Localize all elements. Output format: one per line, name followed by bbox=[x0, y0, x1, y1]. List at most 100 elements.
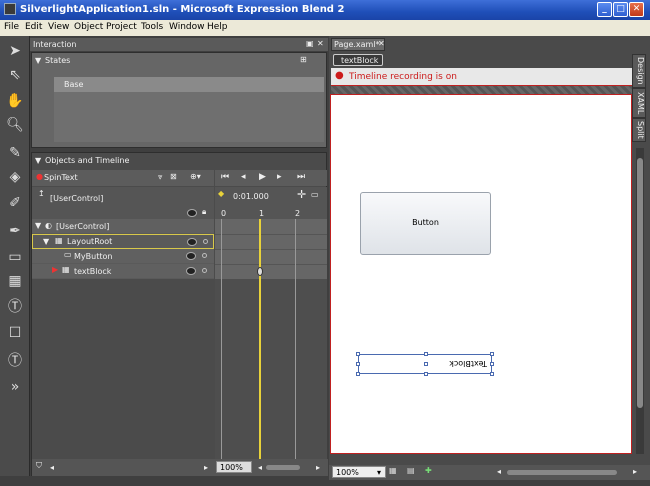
horizontal-scrollbar[interactable] bbox=[266, 465, 300, 470]
scroll-right-icon[interactable]: ▸ bbox=[316, 463, 320, 472]
lock-dot-icon[interactable] bbox=[202, 268, 207, 273]
menu-tools[interactable]: Tools bbox=[141, 22, 163, 32]
lock-all-icon[interactable]: 🔒︎ bbox=[202, 207, 206, 217]
zoom-tool-icon[interactable]: 🔍︎ bbox=[4, 114, 26, 136]
canvas-button[interactable]: Button bbox=[360, 192, 491, 255]
menu-edit[interactable]: Edit bbox=[25, 22, 42, 32]
pin-icon[interactable]: ▣ bbox=[306, 39, 314, 48]
show-grid-icon[interactable]: ▦ bbox=[389, 466, 397, 475]
keyframe-marker[interactable] bbox=[257, 267, 263, 276]
tree-item-layoutroot[interactable]: ▼ ▦ LayoutRoot bbox=[32, 234, 214, 249]
time-display[interactable]: 0:01.000 bbox=[233, 192, 269, 201]
collapse-icon[interactable]: ▼ bbox=[35, 56, 41, 65]
expand-icon[interactable]: ▼ bbox=[43, 237, 49, 246]
record-keyframe-icon[interactable]: ◆ bbox=[218, 189, 224, 198]
scroll-left-icon[interactable]: ◂ bbox=[50, 463, 54, 472]
horizontal-scrollbar[interactable] bbox=[507, 470, 617, 475]
base-state-item[interactable]: Base bbox=[54, 77, 324, 92]
close-button[interactable]: ✕ bbox=[629, 2, 644, 17]
lock-dot-icon[interactable] bbox=[203, 239, 208, 244]
filter-icon[interactable]: ⛉ bbox=[36, 461, 42, 471]
scroll-right-icon[interactable]: ▸ bbox=[204, 463, 208, 472]
textblock-text: TextBlock bbox=[449, 359, 487, 368]
menu-project[interactable]: Project bbox=[106, 22, 137, 32]
resize-handle[interactable] bbox=[424, 352, 428, 356]
resize-handle[interactable] bbox=[424, 372, 428, 376]
lock-dot-icon[interactable] bbox=[202, 253, 207, 258]
pen-tool-icon[interactable]: ✒ bbox=[4, 220, 26, 242]
snap-grid-icon[interactable]: ▤ bbox=[407, 466, 415, 475]
scroll-left-icon[interactable]: ◂ bbox=[258, 463, 262, 472]
next-frame-icon[interactable]: ▸ bbox=[277, 172, 282, 182]
previous-frame-icon[interactable]: ◂ bbox=[241, 172, 246, 182]
eye-icon[interactable] bbox=[186, 267, 196, 275]
eyedropper-tool-icon[interactable]: ✎ bbox=[4, 142, 26, 164]
recording-bar: ● Timeline recording is on bbox=[331, 68, 633, 86]
storyboard-selector[interactable]: ● SpinText ⩔ ⊠ ⊕▾ bbox=[32, 170, 214, 186]
timeline-zoom-field[interactable]: 100% bbox=[216, 461, 252, 473]
close-panel-icon[interactable]: ✕ bbox=[317, 39, 324, 48]
menu-file[interactable]: File bbox=[4, 22, 19, 32]
text-tool-icon[interactable]: Ⓣ bbox=[4, 350, 26, 372]
breadcrumb[interactable]: textBlock bbox=[333, 54, 383, 66]
toolbox: ➤ ⇖ ✋ 🔍︎ ✎ ◈ ✐ ✒ ▭ ▦ Ⓣ ☐ Ⓣ » bbox=[0, 36, 30, 476]
eye-icon[interactable] bbox=[186, 252, 196, 260]
timeline-footer: ⛉ ◂ ▸ 100% ◂ ▸ bbox=[32, 459, 328, 476]
minimize-button[interactable]: _ bbox=[597, 2, 612, 17]
close-tab-icon[interactable]: ✕ bbox=[378, 39, 385, 48]
control-tool-icon[interactable]: ☐ bbox=[4, 322, 26, 344]
tree-item-mybutton[interactable]: ▭ MyButton bbox=[32, 249, 214, 264]
resize-handle[interactable] bbox=[490, 362, 494, 366]
playhead[interactable] bbox=[259, 219, 261, 459]
play-icon[interactable]: ▶ bbox=[259, 172, 266, 182]
tab-page-xaml[interactable]: Page.xaml* ✕ bbox=[331, 38, 385, 51]
menu-view[interactable]: View bbox=[48, 22, 69, 32]
scroll-thumb[interactable] bbox=[637, 158, 643, 408]
menu-help[interactable]: Help bbox=[207, 22, 228, 32]
snap-lines-icon[interactable]: ✚ bbox=[425, 466, 432, 475]
rectangle-tool-icon[interactable]: ▭ bbox=[4, 246, 26, 268]
menu-object[interactable]: Object bbox=[74, 22, 103, 32]
scroll-right-icon[interactable]: ▸ bbox=[633, 467, 637, 476]
rotation-center-handle[interactable] bbox=[424, 362, 428, 366]
expand-icon[interactable]: ▼ bbox=[35, 221, 41, 230]
close-storyboard-icon[interactable]: ⊠ bbox=[170, 172, 177, 181]
tree-label: textBlock bbox=[74, 267, 112, 276]
selection-tool-icon[interactable]: ➤ bbox=[4, 40, 26, 62]
resize-handle[interactable] bbox=[490, 372, 494, 376]
resize-handle[interactable] bbox=[356, 352, 360, 356]
grid-tool-icon[interactable]: ▦ bbox=[4, 270, 26, 292]
tree-item-textblock[interactable]: ▶ ▦ textBlock bbox=[32, 264, 214, 279]
tree-item-usercontrol[interactable]: ▼ ◐ [UserControl] bbox=[32, 219, 214, 234]
direct-selection-tool-icon[interactable]: ⇖ bbox=[4, 64, 26, 86]
new-storyboard-icon[interactable]: ⊕▾ bbox=[190, 172, 201, 181]
visibility-all-icon[interactable] bbox=[187, 209, 197, 217]
storyboard-options-icon[interactable]: ⩔ bbox=[158, 172, 163, 182]
tab-split[interactable]: Split bbox=[632, 118, 646, 142]
eye-icon[interactable] bbox=[187, 238, 197, 246]
resize-handle[interactable] bbox=[356, 372, 360, 376]
resize-handle[interactable] bbox=[356, 362, 360, 366]
maximize-button[interactable]: □ bbox=[613, 2, 628, 17]
menu-window[interactable]: Window bbox=[169, 22, 205, 32]
scope-up-icon[interactable]: ↥ bbox=[38, 189, 45, 198]
ruler-tick-2: 2 bbox=[295, 209, 301, 218]
timeline-options-icon[interactable]: ▭ bbox=[311, 190, 319, 199]
last-frame-icon[interactable]: ⏭ bbox=[297, 172, 305, 182]
snap-icon[interactable]: ✛ bbox=[297, 188, 306, 201]
pan-tool-icon[interactable]: ✋ bbox=[4, 90, 26, 112]
brush-tool-icon[interactable]: ✐ bbox=[4, 192, 26, 214]
first-frame-icon[interactable]: ⏮ bbox=[221, 172, 229, 182]
collapse-icon[interactable]: ▼ bbox=[35, 156, 41, 165]
textblock-tool-icon[interactable]: Ⓣ bbox=[4, 296, 26, 318]
add-state-group-icon[interactable]: ⊞ bbox=[300, 55, 307, 64]
resize-handle[interactable] bbox=[490, 352, 494, 356]
tab-xaml[interactable]: XAML bbox=[632, 88, 646, 118]
scroll-left-icon[interactable]: ◂ bbox=[497, 467, 501, 476]
vertical-scrollbar[interactable] bbox=[636, 148, 644, 454]
zoom-dropdown[interactable]: 100% ▾ bbox=[332, 466, 386, 478]
asset-library-icon[interactable]: » bbox=[4, 376, 26, 398]
animated-marker-icon: ▶ bbox=[52, 265, 59, 274]
paint-bucket-tool-icon[interactable]: ◈ bbox=[4, 166, 26, 188]
tab-design[interactable]: Design bbox=[632, 54, 646, 88]
